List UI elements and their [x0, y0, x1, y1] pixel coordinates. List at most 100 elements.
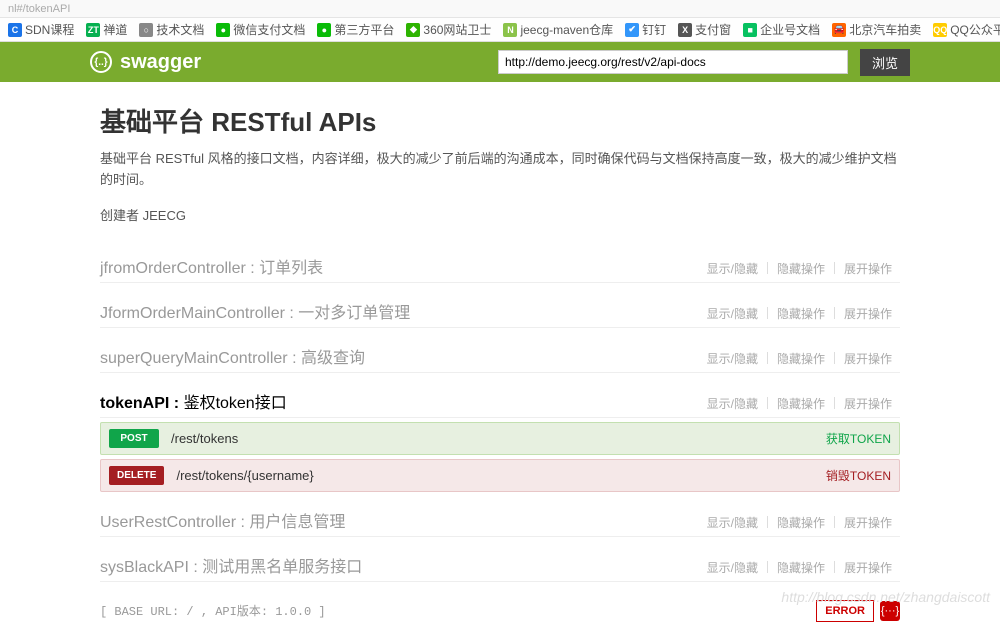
api-section: tokenAPI : 鉴权token接口 显示/隐藏隐藏操作展开操作 POST /…: [100, 383, 900, 492]
section-name: tokenAPI: [100, 395, 169, 412]
action-expand-ops[interactable]: 展开操作: [836, 350, 900, 367]
bookmark-item[interactable]: QQQQ公众平台: [929, 21, 1000, 38]
bookmark-icon: QQ: [933, 23, 947, 37]
api-section: sysBlackAPI : 测试用黑名单服务接口 显示/隐藏隐藏操作展开操作: [100, 547, 900, 582]
method-badge: DELETE: [109, 466, 164, 485]
action-expand-ops[interactable]: 展开操作: [836, 559, 900, 576]
action-expand-ops[interactable]: 展开操作: [836, 260, 900, 277]
section-header[interactable]: superQueryMainController : 高级查询 显示/隐藏隐藏操作…: [100, 338, 900, 373]
action-hide-ops[interactable]: 隐藏操作: [769, 260, 833, 277]
bookmark-icon: ✔: [625, 23, 639, 37]
bookmark-item[interactable]: ■企业号文档: [739, 21, 824, 38]
section-header[interactable]: tokenAPI : 鉴权token接口 显示/隐藏隐藏操作展开操作: [100, 383, 900, 418]
section-actions: 显示/隐藏隐藏操作展开操作: [699, 559, 900, 576]
bookmark-icon: ●: [216, 23, 230, 37]
bookmark-item[interactable]: CSDN课程: [4, 21, 78, 38]
section-actions: 显示/隐藏隐藏操作展开操作: [699, 514, 900, 531]
address-bar-fragment: nl#/tokenAPI: [0, 0, 1000, 18]
action-expand-ops[interactable]: 展开操作: [836, 395, 900, 412]
bookmark-label: 第三方平台: [334, 21, 394, 38]
browse-button[interactable]: 浏览: [860, 49, 910, 76]
api-section: JformOrderMainController : 一对多订单管理 显示/隐藏隐…: [100, 293, 900, 328]
endpoint-path: /rest/tokens: [171, 431, 238, 446]
action-show-hide[interactable]: 显示/隐藏: [699, 260, 766, 277]
swagger-logo-icon: {..}: [90, 51, 112, 73]
endpoint-summary: 获取TOKEN: [826, 430, 891, 447]
section-desc: 用户信息管理: [249, 514, 345, 531]
bookmark-label: 技术文档: [156, 21, 204, 38]
bookmark-item[interactable]: ○技术文档: [135, 21, 208, 38]
bookmark-icon: C: [8, 23, 22, 37]
bookmark-item[interactable]: ●第三方平台: [313, 21, 398, 38]
bookmark-icon: ZT: [86, 23, 100, 37]
action-expand-ops[interactable]: 展开操作: [836, 305, 900, 322]
section-desc: 鉴权token接口: [184, 395, 287, 412]
bookmark-label: SDN课程: [25, 21, 74, 38]
section-title[interactable]: superQueryMainController : 高级查询: [100, 344, 365, 368]
section-actions: 显示/隐藏隐藏操作展开操作: [699, 260, 900, 277]
section-title[interactable]: tokenAPI : 鉴权token接口: [100, 389, 287, 413]
section-name: sysBlackAPI: [100, 559, 189, 576]
bookmark-item[interactable]: ✔钉钉: [621, 21, 670, 38]
section-name: jfromOrderController: [100, 260, 246, 277]
section-name: UserRestController: [100, 514, 236, 531]
page-title: 基础平台 RESTful APIs: [100, 102, 900, 139]
section-desc: 高级查询: [301, 350, 365, 367]
method-badge: POST: [109, 429, 159, 448]
page-description: 基础平台 RESTful 风格的接口文档，内容详细，极大的减少了前后端的沟通成本…: [100, 149, 900, 191]
action-show-hide[interactable]: 显示/隐藏: [699, 350, 766, 367]
section-title[interactable]: jfromOrderController : 订单列表: [100, 254, 323, 278]
bookmark-icon: X: [678, 23, 692, 37]
action-show-hide[interactable]: 显示/隐藏: [699, 395, 766, 412]
bookmark-label: 企业号文档: [760, 21, 820, 38]
bookmark-item[interactable]: 🚘北京汽车拍卖: [828, 21, 925, 38]
bookmark-icon: ◆: [406, 23, 420, 37]
section-header[interactable]: sysBlackAPI : 测试用黑名单服务接口 显示/隐藏隐藏操作展开操作: [100, 547, 900, 582]
api-section: jfromOrderController : 订单列表 显示/隐藏隐藏操作展开操作: [100, 248, 900, 283]
section-title[interactable]: JformOrderMainController : 一对多订单管理: [100, 299, 410, 323]
action-show-hide[interactable]: 显示/隐藏: [699, 559, 766, 576]
bookmark-icon: ■: [743, 23, 757, 37]
swagger-header: {..} swagger 浏览: [0, 42, 1000, 82]
section-header[interactable]: jfromOrderController : 订单列表 显示/隐藏隐藏操作展开操作: [100, 248, 900, 283]
bookmark-icon: ●: [317, 23, 331, 37]
bookmark-icon: ○: [139, 23, 153, 37]
section-actions: 显示/隐藏隐藏操作展开操作: [699, 350, 900, 367]
action-hide-ops[interactable]: 隐藏操作: [769, 559, 833, 576]
section-title[interactable]: sysBlackAPI : 测试用黑名单服务接口: [100, 553, 362, 577]
bookmark-label: jeecg-maven仓库: [520, 21, 613, 38]
section-name: superQueryMainController: [100, 350, 288, 367]
bookmark-icon: 🚘: [832, 23, 846, 37]
bookmark-item[interactable]: Njeecg-maven仓库: [499, 21, 617, 38]
action-hide-ops[interactable]: 隐藏操作: [769, 350, 833, 367]
endpoint-row[interactable]: POST /rest/tokens 获取TOKEN: [100, 422, 900, 455]
action-hide-ops[interactable]: 隐藏操作: [769, 305, 833, 322]
endpoint-row[interactable]: DELETE /rest/tokens/{username} 销毁TOKEN: [100, 459, 900, 492]
bookmark-label: 微信支付文档: [233, 21, 305, 38]
action-hide-ops[interactable]: 隐藏操作: [769, 514, 833, 531]
section-header[interactable]: JformOrderMainController : 一对多订单管理 显示/隐藏隐…: [100, 293, 900, 328]
endpoint-summary: 销毁TOKEN: [826, 467, 891, 484]
api-section: UserRestController : 用户信息管理 显示/隐藏隐藏操作展开操作: [100, 502, 900, 537]
endpoint-path: /rest/tokens/{username}: [176, 468, 313, 483]
section-header[interactable]: UserRestController : 用户信息管理 显示/隐藏隐藏操作展开操作: [100, 502, 900, 537]
api-section: superQueryMainController : 高级查询 显示/隐藏隐藏操作…: [100, 338, 900, 373]
bookmark-label: 360网站卫士: [423, 21, 491, 38]
section-actions: 显示/隐藏隐藏操作展开操作: [699, 305, 900, 322]
bookmarks-bar: CSDN课程ZT禅道○技术文档●微信支付文档●第三方平台◆360网站卫士Njee…: [0, 18, 1000, 42]
action-show-hide[interactable]: 显示/隐藏: [699, 514, 766, 531]
action-show-hide[interactable]: 显示/隐藏: [699, 305, 766, 322]
bookmark-item[interactable]: X支付窗: [674, 21, 735, 38]
bookmark-item[interactable]: ZT禅道: [82, 21, 131, 38]
bookmark-icon: N: [503, 23, 517, 37]
bookmark-item[interactable]: ◆360网站卫士: [402, 21, 495, 38]
swagger-brand-text: swagger: [120, 51, 201, 74]
bookmark-item[interactable]: ●微信支付文档: [212, 21, 309, 38]
api-url-input[interactable]: [498, 50, 848, 74]
bookmark-label: QQ公众平台: [950, 21, 1000, 38]
action-hide-ops[interactable]: 隐藏操作: [769, 395, 833, 412]
bookmark-label: 禅道: [103, 21, 127, 38]
bookmark-label: 钉钉: [642, 21, 666, 38]
action-expand-ops[interactable]: 展开操作: [836, 514, 900, 531]
section-title[interactable]: UserRestController : 用户信息管理: [100, 508, 345, 532]
